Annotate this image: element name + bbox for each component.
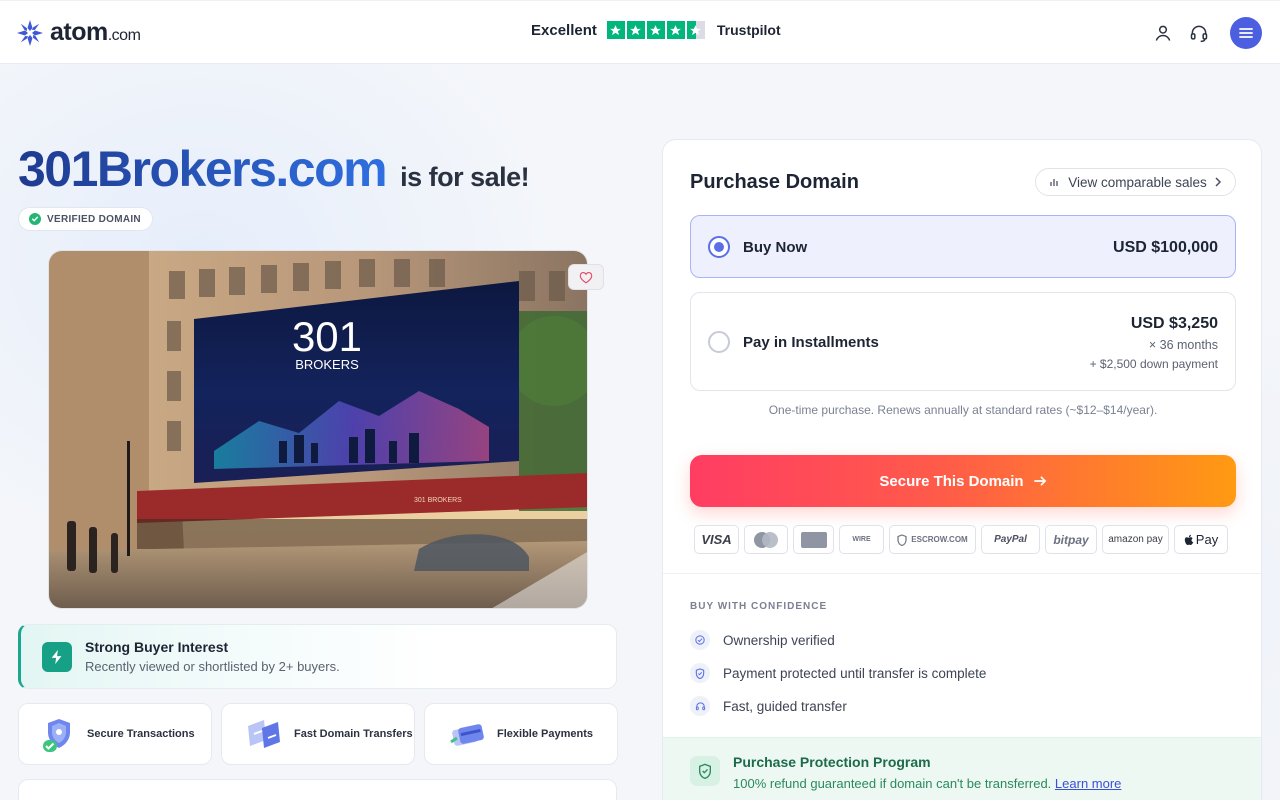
menu-button[interactable] (1230, 17, 1262, 49)
buy-now-price: USD $100,000 (1113, 239, 1218, 256)
heart-icon (579, 271, 593, 283)
atom-star-icon (17, 19, 43, 46)
hero-image: 301 BROKERS 301 BROKERS (48, 250, 588, 609)
feature-secure-transactions: Secure Transactions (18, 703, 212, 765)
paypal-logo: PayPal (981, 525, 1040, 554)
purchase-panel: Purchase Domain View comparable sales Bu… (662, 139, 1262, 800)
transfer-icon (248, 720, 280, 748)
interest-subtitle: Recently viewed or shortlisted by 2+ buy… (85, 659, 340, 674)
installments-option[interactable]: Pay in Installments USD $3,250 × 36 mont… (690, 292, 1236, 391)
apple-pay-logo: Pay (1174, 525, 1228, 554)
renewal-note: One-time purchase. Renews annually at st… (768, 403, 1158, 417)
verified-domain-badge: VERIFIED DOMAIN (18, 207, 153, 231)
arrow-right-icon (1033, 476, 1046, 486)
buy-now-radio[interactable] (708, 236, 730, 258)
installments-label: Pay in Installments (743, 334, 879, 351)
feature-flexible-payments: Flexible Payments (424, 703, 618, 765)
confidence-item: Fast, guided transfer (690, 696, 847, 716)
header-actions (1152, 17, 1262, 49)
domain-name: 301Brokers.com (18, 141, 388, 197)
installments-down-payment: + $2,500 down payment (1089, 357, 1218, 371)
installments-term: × 36 months (1148, 338, 1218, 352)
verified-label: VERIFIED DOMAIN (47, 213, 141, 225)
headset-icon (690, 696, 710, 716)
bar-chart-icon (1050, 179, 1058, 186)
for-sale-text: is for sale! (400, 162, 530, 192)
awning-brand-text: 301 BROKERS (414, 497, 462, 504)
installments-price: USD $3,250 (1130, 315, 1218, 332)
lightning-icon (42, 642, 72, 672)
trustpilot-rating-label: Excellent (531, 21, 597, 39)
buy-now-option[interactable]: Buy Now USD $100,000 (690, 215, 1236, 278)
atom-logo[interactable]: atom.com (16, 18, 141, 47)
confidence-item: Payment protected until transfer is comp… (690, 663, 986, 683)
additional-info-card (18, 779, 617, 800)
amex-logo (793, 525, 834, 554)
check-circle-icon (690, 630, 710, 650)
buy-now-label: Buy Now (743, 239, 808, 256)
feature-label: Secure Transactions (87, 728, 195, 740)
logo-suffix: .com (107, 27, 141, 44)
user-icon[interactable] (1152, 22, 1174, 44)
trustpilot-widget[interactable]: Excellent Trustpilot (531, 21, 781, 39)
logo-main: atom (50, 18, 108, 46)
confidence-item: Ownership verified (690, 630, 835, 650)
listing-title: 301Brokers.com is for sale! (18, 140, 530, 198)
purchase-protection-banner: Purchase Protection Program 100% refund … (663, 737, 1261, 800)
star-icon (646, 21, 665, 39)
shield-check-icon (690, 756, 720, 786)
buyer-interest-banner: Strong Buyer Interest Recently viewed or… (18, 624, 617, 689)
visa-logo: VISA (694, 525, 739, 554)
comparable-sales-label: View comparable sales (1068, 174, 1207, 190)
star-icon (626, 21, 645, 39)
chevron-right-icon (1215, 177, 1221, 187)
bitpay-logo: bitpay (1045, 525, 1097, 554)
apple-icon (1184, 534, 1194, 545)
installments-radio[interactable] (708, 331, 730, 353)
favorite-heart-button[interactable] (568, 264, 604, 290)
shield-check-icon (43, 719, 70, 752)
headset-support-icon[interactable] (1188, 22, 1210, 44)
secure-domain-button[interactable]: Secure This Domain (690, 455, 1236, 507)
interest-title: Strong Buyer Interest (85, 639, 229, 655)
view-comparable-sales-button[interactable]: View comparable sales (1035, 168, 1236, 196)
feature-fast-transfers: Fast Domain Transfers (221, 703, 415, 765)
protection-text: 100% refund guaranteed if domain can't b… (733, 776, 1122, 791)
protection-title: Purchase Protection Program (733, 754, 931, 770)
billboard-brand: BROKERS (295, 357, 359, 372)
check-circle-icon (29, 213, 41, 225)
escrow-logo: ESCROW.COM (889, 525, 976, 554)
top-header: atom.com Excellent Trustpilot (0, 0, 1280, 64)
star-icon (666, 21, 685, 39)
wire-transfer-logo: WIRE (839, 525, 884, 554)
billboard-number: 301 (292, 313, 362, 360)
star-icon (606, 21, 625, 39)
payment-methods: VISA WIRE ESCROW.COM PayPal bitpay amazo… (694, 525, 1228, 554)
trustpilot-stars (606, 21, 705, 39)
amazon-pay-logo: amazon pay (1102, 525, 1169, 554)
feature-label: Flexible Payments (497, 728, 593, 740)
half-star-icon (686, 21, 705, 39)
section-divider (663, 573, 1261, 574)
purchase-title: Purchase Domain (690, 171, 859, 193)
shield-icon (690, 663, 710, 683)
learn-more-link[interactable]: Learn more (1055, 776, 1121, 791)
card-icon (450, 724, 484, 746)
billboard-street-scene: 301 BROKERS 301 BROKERS (49, 251, 587, 608)
trustpilot-name: Trustpilot (716, 22, 781, 38)
feature-label: Fast Domain Transfers (294, 728, 413, 740)
hamburger-icon (1239, 28, 1253, 38)
cta-label: Secure This Domain (879, 472, 1024, 490)
confidence-heading: BUY WITH CONFIDENCE (690, 601, 828, 612)
escrow-shield-icon (897, 533, 907, 546)
mastercard-logo (744, 525, 788, 554)
